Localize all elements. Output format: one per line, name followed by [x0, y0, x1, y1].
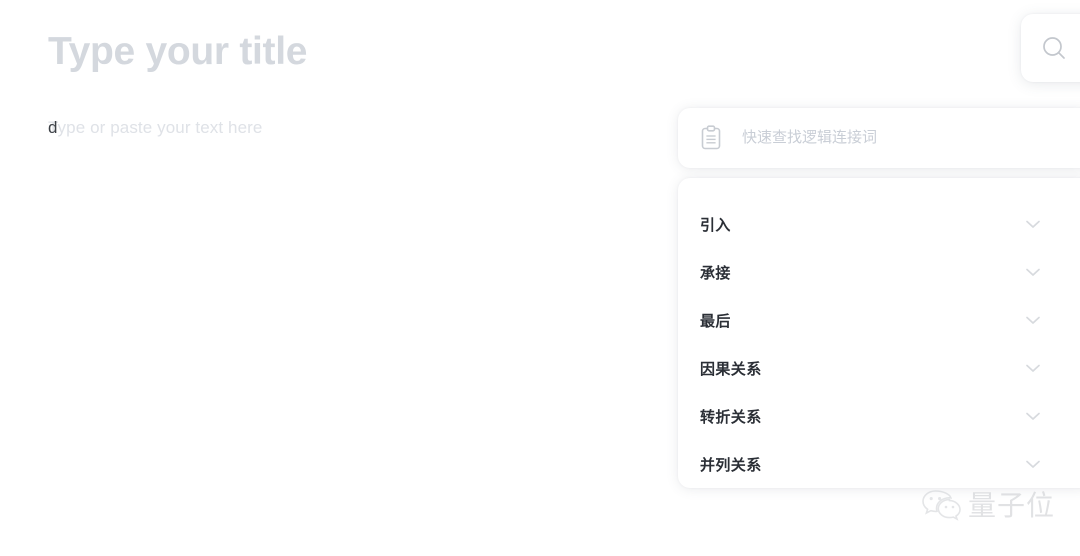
- panel-search-input[interactable]: [742, 125, 1072, 151]
- chevron-down-icon[interactable]: [1023, 262, 1043, 282]
- category-label: 转折关系: [700, 408, 762, 426]
- category-item-chengjie[interactable]: 承接: [678, 248, 1080, 296]
- category-label: 引入: [700, 216, 731, 234]
- body-field[interactable]: Type or paste your text here d: [48, 114, 648, 142]
- panel-search-bar[interactable]: [678, 108, 1080, 168]
- category-item-yinguoguanxi[interactable]: 因果关系: [678, 344, 1080, 392]
- chevron-down-icon[interactable]: [1023, 454, 1043, 474]
- title-field[interactable]: Type your title: [48, 26, 868, 78]
- chevron-down-icon[interactable]: [1023, 310, 1043, 330]
- category-label: 最后: [700, 312, 731, 330]
- category-item-zuihou[interactable]: 最后: [678, 296, 1080, 344]
- clipboard-icon: [698, 125, 724, 151]
- category-label: 并列关系: [700, 456, 762, 474]
- category-item-bingliequanxi[interactable]: 并列关系: [678, 440, 1080, 488]
- body-placeholder: Type or paste your text here: [48, 118, 263, 137]
- title-placeholder: Type your title: [48, 30, 308, 73]
- chevron-down-icon[interactable]: [1023, 214, 1043, 234]
- category-label: 因果关系: [700, 360, 762, 378]
- body-typed-text: d: [48, 118, 58, 137]
- category-item-yinru[interactable]: 引入: [678, 200, 1080, 248]
- search-button[interactable]: [1021, 14, 1080, 82]
- category-item-zhuanzheguanxi[interactable]: 转折关系: [678, 392, 1080, 440]
- logic-connector-panel: 引入 承接 最后 因果关系: [678, 108, 1080, 488]
- search-icon: [1039, 33, 1069, 63]
- category-label: 承接: [700, 264, 731, 282]
- connector-category-list: 引入 承接 最后 因果关系 转折关系 并列关系: [678, 178, 1080, 488]
- chevron-down-icon[interactable]: [1023, 406, 1043, 426]
- chevron-down-icon[interactable]: [1023, 358, 1043, 378]
